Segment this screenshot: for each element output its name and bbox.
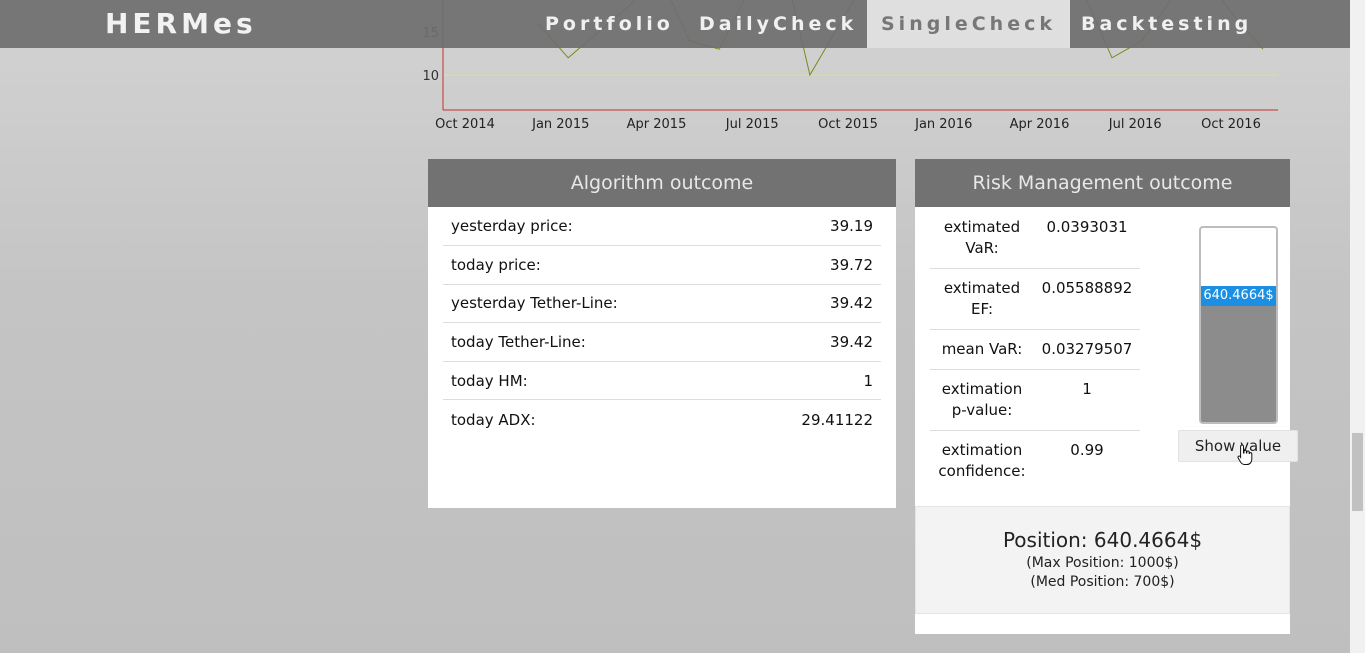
- risk-row-label: extimated EF:: [930, 268, 1034, 330]
- algorithm-row-label: today price:: [443, 245, 740, 285]
- position-gauge: 640.4664$: [1199, 226, 1278, 424]
- algorithm-row: today ADX: 29.41122: [443, 400, 881, 439]
- algorithm-row-label: yesterday Tether-Line:: [443, 284, 740, 324]
- chart-x-tick-label: Oct 2016: [1201, 117, 1261, 132]
- risk-row-label: mean VaR:: [930, 329, 1034, 370]
- gauge-fill: [1201, 298, 1276, 422]
- risk-row-value: 0.05588892: [1034, 268, 1140, 330]
- chart-x-tick-label: Jul 2016: [1108, 117, 1162, 132]
- algorithm-row-label: today Tether-Line:: [443, 322, 740, 362]
- position-value: Position: 640.4664$: [1002, 528, 1203, 552]
- algorithm-row: yesterday Tether-Line: 39.42: [443, 284, 881, 324]
- hand-cursor-icon: [1237, 444, 1253, 465]
- algorithm-outcome-title: Algorithm outcome: [428, 159, 896, 207]
- risk-row-label: extimation p-value:: [930, 369, 1034, 431]
- nav-dailycheck[interactable]: DailyCheck: [685, 0, 871, 48]
- algorithm-row: today Tether-Line: 39.42: [443, 322, 881, 362]
- algorithm-row-value: 39.72: [739, 245, 881, 285]
- risk-management-title: Risk Management outcome: [915, 159, 1290, 207]
- algorithm-table: yesterday price: 39.19 today price: 39.72 ye…: [443, 207, 881, 439]
- algorithm-row-value: 1: [739, 361, 881, 401]
- risk-row: mean VaR: 0.03279507: [930, 329, 1140, 370]
- algorithm-row-value: 39.42: [739, 284, 881, 324]
- algorithm-row-label: today HM:: [443, 361, 740, 401]
- risk-management-panel: Risk Management outcome extimated VaR: 0.…: [915, 159, 1298, 634]
- risk-row: extimation confidence: 0.99: [930, 431, 1140, 492]
- algorithm-row: today price: 39.72: [443, 245, 881, 285]
- chart-x-tick-label: Apr 2015: [627, 117, 687, 132]
- risk-row: extimation p-value: 1: [930, 369, 1140, 431]
- chart-x-tick-label: Oct 2015: [818, 117, 878, 132]
- risk-row-value: 0.0393031: [1034, 208, 1140, 269]
- med-position: (Med Position: 700$): [1030, 574, 1175, 590]
- navbar: HERMes Portfolio DailyCheck SingleCheck …: [0, 0, 1350, 48]
- algorithm-row: yesterday price: 39.19: [443, 207, 881, 247]
- nav-backtesting[interactable]: Backtesting: [1067, 0, 1266, 48]
- brand-logo[interactable]: HERMes: [105, 7, 257, 40]
- chart-x-tick-label: Oct 2014: [435, 117, 495, 132]
- algorithm-outcome-panel: Algorithm outcome yesterday price: 39.19 t…: [428, 159, 896, 508]
- chart-x-tick-label: Jan 2016: [914, 117, 972, 132]
- nav-portfolio[interactable]: Portfolio: [531, 0, 688, 48]
- algorithm-row-label: today ADX:: [451, 410, 536, 429]
- chart-x-tick-label: Jul 2015: [725, 117, 779, 132]
- algorithm-row-label: yesterday price:: [443, 207, 740, 247]
- scrollbar-thumb[interactable]: [1352, 433, 1363, 511]
- page-scrollbar[interactable]: [1350, 0, 1365, 653]
- chart-x-tick-label: Apr 2016: [1010, 117, 1070, 132]
- risk-row-label: extimated VaR:: [930, 208, 1034, 269]
- risk-row-label: extimation confidence:: [938, 441, 1026, 480]
- chart-x-tick-label: Jan 2015: [531, 117, 589, 132]
- max-position: (Max Position: 1000$): [1026, 555, 1179, 571]
- algorithm-row-value: 39.19: [739, 207, 881, 247]
- risk-row-value: 1: [1034, 369, 1140, 431]
- algorithm-row: today HM: 1: [443, 361, 881, 401]
- nav-singlecheck[interactable]: SingleCheck: [867, 0, 1070, 48]
- risk-row-value: 0.99: [1070, 441, 1104, 459]
- risk-row: extimated EF: 0.05588892: [930, 268, 1140, 330]
- algorithm-row-value: 39.42: [739, 322, 881, 362]
- gauge-value-label: 640.4664$: [1201, 286, 1276, 306]
- risk-row: extimated VaR: 0.0393031: [930, 208, 1140, 269]
- chart-y-tick-label: 10: [422, 69, 439, 84]
- position-summary: Position: 640.4664$ (Max Position: 1000$…: [915, 506, 1290, 614]
- risk-table: extimated VaR: 0.0393031 extimated EF: 0.05…: [930, 208, 1140, 491]
- risk-row-value: 0.03279507: [1034, 329, 1140, 370]
- algorithm-row-value: 29.41122: [801, 410, 873, 429]
